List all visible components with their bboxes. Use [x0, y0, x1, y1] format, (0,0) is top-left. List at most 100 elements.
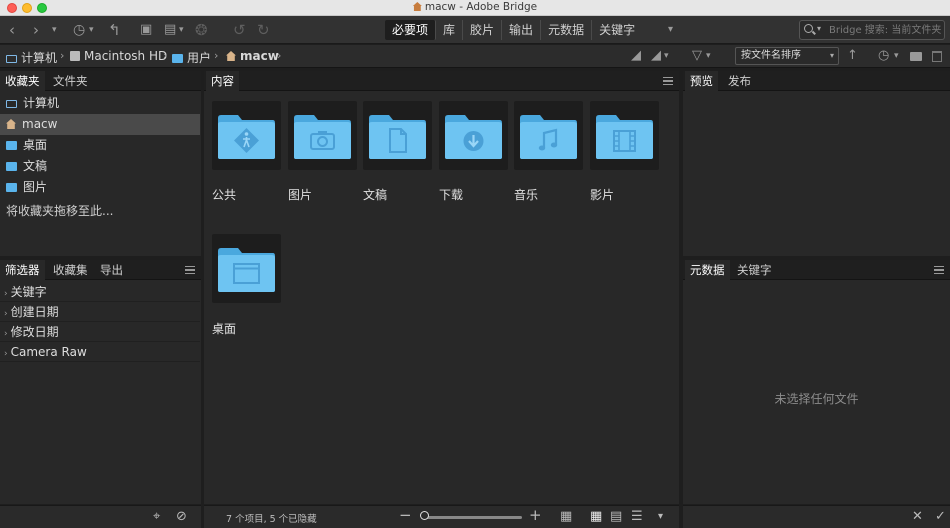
tab-publish[interactable]: 发布: [723, 71, 756, 91]
recent-files-icon[interactable]: ◷: [878, 48, 889, 64]
thumbnail-downloads[interactable]: [439, 101, 508, 170]
filter-row-label: 关键字: [10, 285, 47, 299]
back-icon[interactable]: ‹: [9, 20, 15, 40]
breadcrumb-label: macw: [240, 49, 279, 63]
film-folder-icon: [596, 115, 653, 159]
thumbnail-label-pictures: 图片: [288, 188, 313, 202]
hard-drive-icon: [70, 51, 80, 61]
filter-funnel-icon[interactable]: ▽: [692, 48, 702, 64]
thumbnail-public[interactable]: [212, 101, 281, 170]
filter-row-camera-raw[interactable]: › Camera Raw: [0, 342, 200, 362]
preview-panel: 预览 发布: [683, 71, 950, 256]
workspace-tab-keywords[interactable]: 关键字: [592, 20, 642, 40]
workspace-tab-essentials[interactable]: 必要项: [385, 20, 437, 40]
tab-favorites[interactable]: 收藏夹: [0, 71, 45, 91]
filter-row-date-created[interactable]: › 创建日期: [0, 302, 200, 322]
details-view-icon[interactable]: ▤: [610, 509, 622, 525]
quality-icon[interactable]: ◢: [631, 48, 641, 64]
thumbnail-size-slider-knob[interactable]: [420, 511, 429, 520]
filter-row-keywords[interactable]: › 关键字: [0, 282, 200, 302]
breadcrumb-macw[interactable]: macw: [226, 49, 279, 63]
workspace-more-icon[interactable]: ▾: [668, 20, 673, 40]
view-options-dropdown-icon[interactable]: ▾: [658, 509, 663, 525]
chevron-right-icon: ›: [277, 49, 282, 62]
cancel-icon[interactable]: ✕: [912, 509, 923, 525]
tab-keywords[interactable]: 关键字: [732, 260, 777, 280]
apply-icon[interactable]: ✓: [935, 509, 946, 525]
tab-export[interactable]: 导出: [95, 260, 128, 280]
favorite-item-computer[interactable]: 计算机: [0, 93, 200, 114]
tab-filter[interactable]: 筛选器: [0, 260, 45, 280]
chevron-right-icon: ›: [214, 49, 219, 62]
tab-preview[interactable]: 预览: [685, 71, 718, 91]
favorite-label: 图片: [23, 180, 48, 194]
sort-select[interactable]: 按文件名排序 ▾: [735, 47, 839, 65]
home-icon: [6, 119, 16, 129]
filter-dropdown-icon[interactable]: ▾: [706, 48, 711, 64]
tab-metadata[interactable]: 元数据: [685, 260, 730, 280]
left-bottom-bar: ⌖ ⊘: [0, 505, 201, 528]
recent-dropdown-icon[interactable]: ▾: [52, 20, 57, 40]
filter-row-label: 创建日期: [10, 305, 59, 319]
zoom-in-icon[interactable]: +: [529, 507, 542, 523]
pin-icon[interactable]: ⌖: [153, 509, 160, 525]
content-panel-menu-icon[interactable]: [663, 77, 673, 85]
history-dropdown-icon[interactable]: ▾: [89, 20, 94, 40]
chevron-right-icon: ›: [4, 349, 8, 359]
clear-filter-icon[interactable]: ⊘: [176, 509, 187, 525]
breadcrumb-users[interactable]: 用户: [172, 49, 211, 66]
workspace-tab-metadata[interactable]: 元数据: [541, 20, 593, 40]
favorites-panel: 收藏夹 文件夹 计算机 macw 桌面 文稿 图片 将收藏夹拖移至此...: [0, 71, 201, 256]
thumbnail-quality-icon[interactable]: ◢: [651, 48, 661, 64]
thumbnail-music[interactable]: [514, 101, 583, 170]
thumbnail-pictures[interactable]: [288, 101, 357, 170]
recent-files-dropdown-icon[interactable]: ▾: [894, 48, 899, 64]
thumbnail-size-slider-track[interactable]: [426, 516, 522, 519]
tab-folders[interactable]: 文件夹: [48, 71, 93, 91]
sort-direction-icon[interactable]: ↑: [847, 48, 858, 64]
refine-dropdown-icon[interactable]: ▾: [179, 20, 184, 40]
zoom-out-icon[interactable]: −: [399, 507, 412, 523]
favorite-item-pictures[interactable]: 图片: [0, 177, 200, 198]
workspace-tab-output[interactable]: 输出: [502, 20, 542, 40]
thumbnail-desktop[interactable]: [212, 234, 281, 303]
download-folder-icon: [445, 115, 502, 159]
filter-panel-menu-icon[interactable]: [185, 266, 195, 274]
favorite-item-macw[interactable]: macw: [0, 114, 200, 135]
open-in-camera-raw-icon[interactable]: ❂: [195, 20, 208, 40]
favorite-item-desktop[interactable]: 桌面: [0, 135, 200, 156]
tab-content[interactable]: 内容: [206, 71, 239, 91]
filter-row-date-modified[interactable]: › 修改日期: [0, 322, 200, 342]
rotate-right-icon[interactable]: ↻: [257, 20, 270, 40]
trash-icon[interactable]: [932, 51, 942, 62]
folder-icon: [6, 141, 17, 150]
new-folder-icon[interactable]: [910, 52, 922, 61]
quality-dropdown-icon[interactable]: ▾: [664, 48, 669, 64]
tab-collections[interactable]: 收藏集: [48, 260, 93, 280]
favorite-item-documents[interactable]: 文稿: [0, 156, 200, 177]
item-count-status: 7 个项目, 5 个已隐藏: [226, 514, 317, 525]
workspace-tab-filmstrip[interactable]: 胶片: [463, 20, 503, 40]
refine-icon[interactable]: ▤: [164, 20, 176, 40]
thumbnail-documents[interactable]: [363, 101, 432, 170]
metadata-panel-menu-icon[interactable]: [934, 266, 944, 274]
sort-select-value: 按文件名排序: [741, 50, 801, 61]
list-view-icon[interactable]: ☰: [631, 509, 643, 525]
rotate-left-icon[interactable]: ↺: [233, 20, 246, 40]
search-options-icon[interactable]: ▾: [817, 24, 821, 33]
thumbnail-label-documents: 文稿: [363, 188, 388, 202]
thumbnail-movies[interactable]: [590, 101, 659, 170]
chevron-right-icon: ›: [4, 289, 8, 299]
forward-icon[interactable]: ›: [33, 20, 39, 40]
breadcrumb-macintosh-hd[interactable]: Macintosh HD: [70, 49, 167, 63]
history-icon[interactable]: ◷: [73, 20, 85, 40]
window-title: macw - Adobe Bridge: [424, 1, 538, 13]
return-icon[interactable]: ↰: [108, 20, 121, 40]
camera-import-icon[interactable]: ▣: [140, 20, 152, 40]
thumbnail-view-icon[interactable]: ▦: [590, 509, 602, 525]
lock-grid-icon[interactable]: ▦: [560, 509, 572, 525]
workspace-tab-libraries[interactable]: 库: [436, 20, 464, 40]
content-bottom-bar: 7 个项目, 5 个已隐藏 − + ▦ ▦ ▤ ☰ ▾: [204, 505, 679, 528]
breadcrumb-computer[interactable]: 计算机: [6, 49, 57, 66]
search-input[interactable]: [829, 22, 941, 38]
